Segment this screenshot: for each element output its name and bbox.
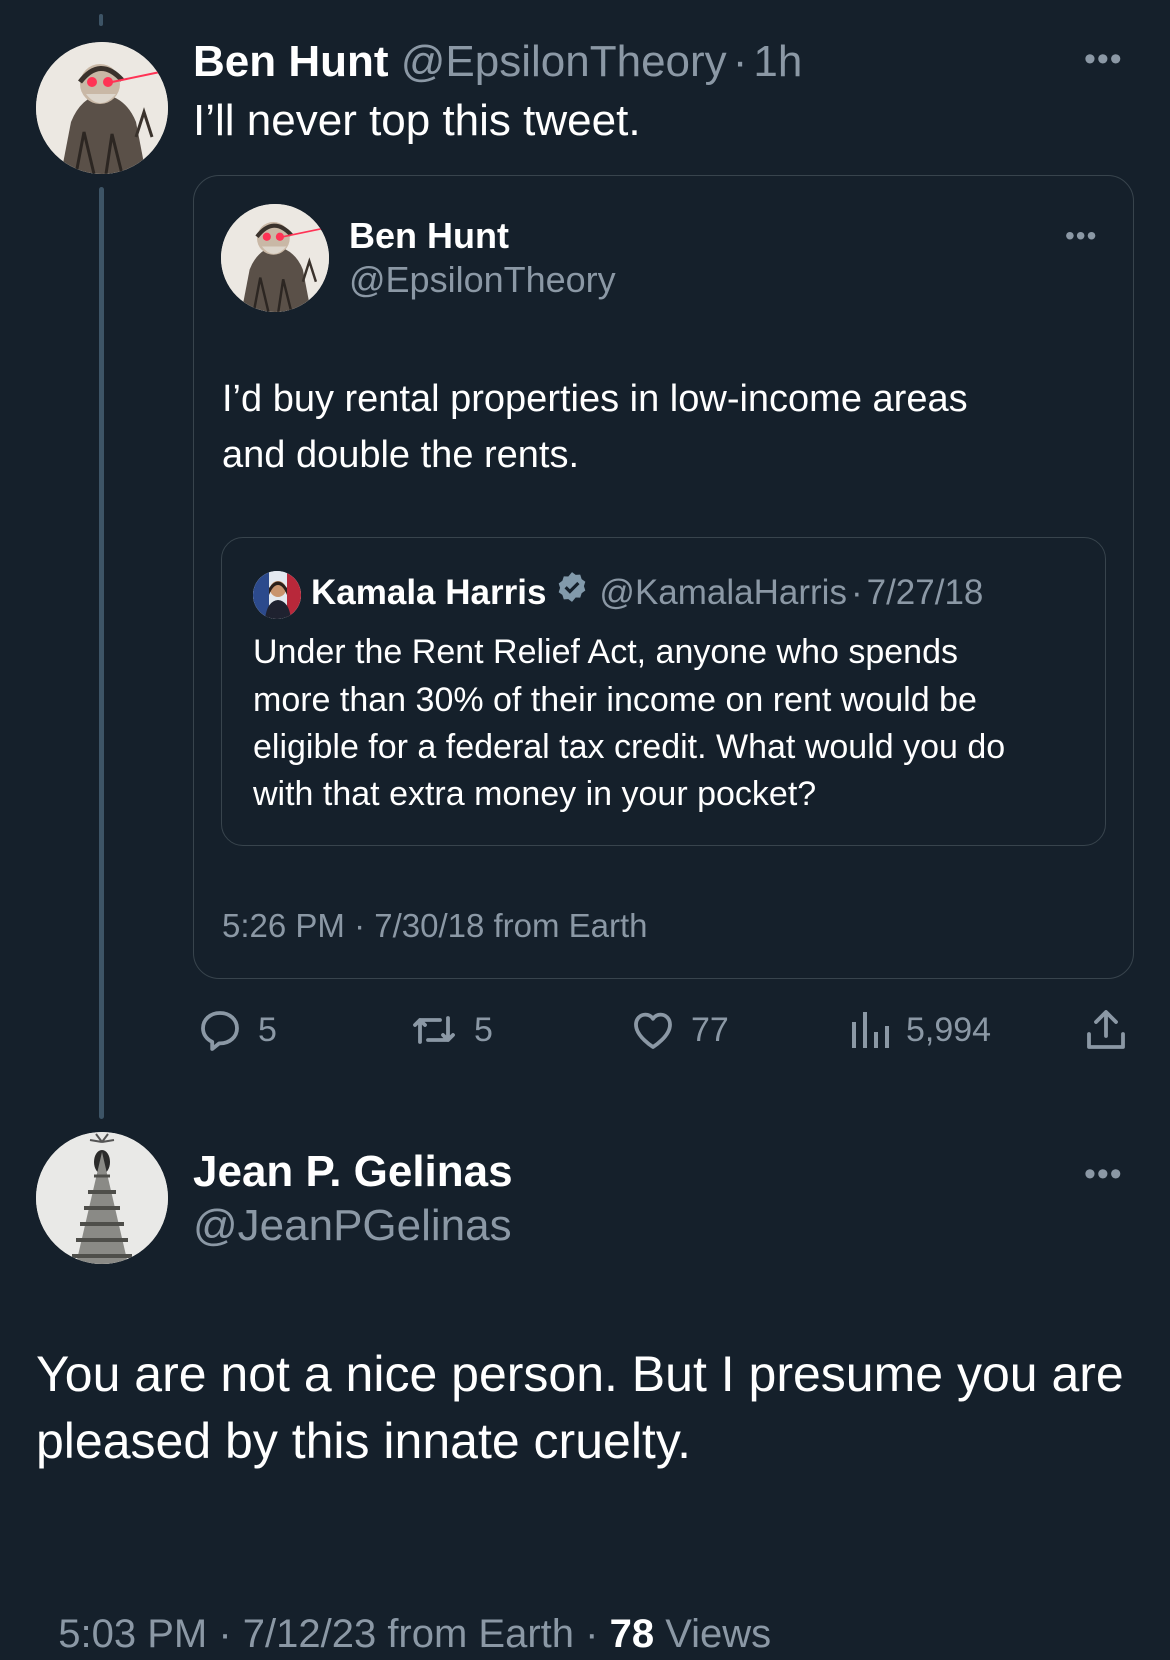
retweet-count: 5 (474, 1010, 493, 1049)
more-options-icon[interactable]: ••• (1084, 42, 1123, 76)
verified-badge-icon (555, 570, 589, 616)
heart-icon (634, 1012, 672, 1049)
quoted-tweet-text-line: I’d buy rental properties in low-income … (222, 378, 968, 420)
nested-author-name[interactable]: Kamala Harris (311, 570, 546, 616)
views-count[interactable]: 78 (610, 1612, 655, 1656)
reply-text-line: pleased by this innate cruelty. (36, 1413, 692, 1469)
reply-author-name[interactable]: Jean P. Gelinas (193, 1145, 513, 1199)
reply-text-line: You are not a nice person. But I presume… (36, 1346, 1124, 1402)
tweet-text: I’ll never top this tweet. (193, 96, 641, 145)
separator-dot: · (732, 37, 748, 86)
nested-tweet-text-line: Under the Rent Relief Act, anyone who sp… (253, 633, 958, 671)
author-name[interactable]: Ben Hunt (193, 37, 389, 86)
bar-chart-icon (852, 1012, 889, 1048)
quoted-tweet-text-line: and double the rents. (222, 434, 580, 476)
reply-button[interactable]: 5 (196, 1006, 277, 1054)
tweet-time[interactable]: 1h (753, 37, 802, 86)
like-button[interactable]: 77 (629, 1006, 729, 1054)
retweet-button[interactable]: 5 (408, 1006, 493, 1054)
more-options-icon[interactable]: ••• (1084, 1157, 1123, 1191)
nested-tweet-date[interactable]: 7/27/18 (867, 570, 984, 616)
quoted-tweet-timestamp[interactable]: 5:26 PM · 7/30/18 from Earth (222, 904, 648, 948)
retweet-arrows-icon (413, 1016, 455, 1044)
nested-author-handle[interactable]: @KamalaHarris (599, 570, 847, 616)
thread-connector-top (99, 14, 103, 26)
avatar[interactable] (253, 571, 301, 619)
nested-tweet-text-line: more than 30% of their income on rent wo… (253, 681, 977, 719)
share-button[interactable] (1082, 1006, 1144, 1054)
quoted-author-handle[interactable]: @EpsilonTheory (349, 258, 616, 302)
views-count: 5,994 (906, 1010, 992, 1049)
reply-count: 5 (258, 1010, 277, 1049)
nested-tweet-text-line: eligible for a federal tax credit. What … (253, 728, 1006, 766)
reply-timestamp[interactable]: 5:03 PM · 7/12/23 from Earth · (58, 1612, 609, 1656)
like-count: 77 (691, 1010, 729, 1049)
avatar[interactable] (221, 204, 329, 312)
thread-line (99, 187, 104, 1119)
views-button[interactable]: 5,994 (848, 1006, 991, 1054)
quoted-author-name[interactable]: Ben Hunt (349, 214, 509, 258)
views-label[interactable]: Views (654, 1612, 771, 1656)
reply-author-handle[interactable]: @JeanPGelinas (193, 1199, 512, 1253)
avatar[interactable] (36, 42, 168, 174)
upload-icon (1087, 1010, 1125, 1049)
author-handle[interactable]: @EpsilonTheory (401, 37, 727, 86)
separator-dot: · (850, 573, 863, 612)
more-options-icon[interactable]: ••• (1065, 222, 1097, 250)
speech-bubble-icon (201, 1011, 239, 1051)
avatar[interactable] (36, 1132, 168, 1264)
nested-tweet-text-line: with that extra money in your pocket? (253, 775, 817, 813)
